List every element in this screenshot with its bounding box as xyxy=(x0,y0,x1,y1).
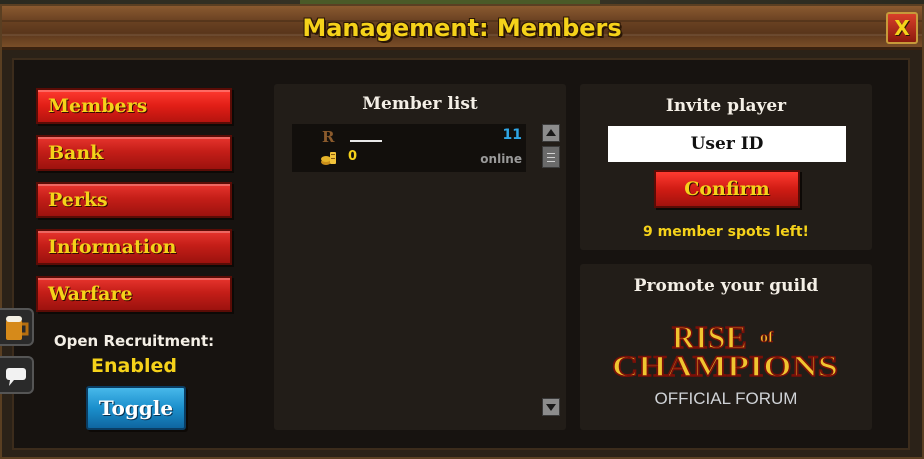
thumb-grip xyxy=(547,161,555,162)
toggle-recruitment-button[interactable]: Toggle xyxy=(86,386,186,430)
member-row[interactable]: R 0 11 online xyxy=(292,124,526,172)
beer-mug-icon xyxy=(6,316,29,340)
confirm-button[interactable]: Confirm xyxy=(654,170,800,208)
arrow-up-icon xyxy=(546,129,556,136)
scroll-thumb[interactable] xyxy=(542,146,560,168)
logo-champions-text: CHAMPIONS xyxy=(612,350,838,383)
nav-information-button[interactable]: Information xyxy=(36,229,232,265)
member-gold: 0 xyxy=(348,149,358,164)
chat-side-button[interactable] xyxy=(0,356,34,394)
management-window: Management: Members X Members Bank Perks… xyxy=(0,4,924,459)
member-level: 11 xyxy=(502,127,522,143)
thumb-grip xyxy=(547,157,555,158)
gold-coins-icon xyxy=(321,152,336,165)
promote-guild-heading: Promote your guild xyxy=(633,276,819,296)
window-title: Management: Members xyxy=(302,14,622,42)
chat-bubble-icon xyxy=(6,368,26,386)
scroll-down-button[interactable] xyxy=(542,398,560,416)
scroll-up-button[interactable] xyxy=(542,124,560,142)
promote-guild-panel: Promote your guild RISE of CHAMPIONS OFF… xyxy=(580,264,872,430)
member-list-heading: Member list xyxy=(362,94,478,114)
member-status: online xyxy=(480,152,522,166)
member-spots-left: 9 member spots left! xyxy=(643,224,809,240)
member-name xyxy=(350,140,382,142)
thumb-grip xyxy=(547,153,555,154)
nav-members-button[interactable]: Members xyxy=(36,88,232,124)
invite-player-heading: Invite player xyxy=(665,96,787,116)
logo-of-text: of xyxy=(760,329,774,346)
nav-bank-button[interactable]: Bank xyxy=(36,135,232,171)
close-button[interactable]: X xyxy=(886,12,918,44)
tavern-side-button[interactable] xyxy=(0,308,34,346)
rank-icon: R xyxy=(322,128,335,146)
rise-of-champions-forum-logo[interactable]: RISE of CHAMPIONS OFFICIAL FORUM xyxy=(610,318,842,414)
invite-player-panel: Invite player Confirm 9 member spots lef… xyxy=(580,84,872,250)
member-list-panel: Member list R 0 11 online xyxy=(274,84,566,430)
title-bar: Management: Members X xyxy=(2,6,922,50)
nav-warfare-button[interactable]: Warfare xyxy=(36,276,232,312)
recruitment-status: Enabled xyxy=(91,355,177,377)
arrow-down-icon xyxy=(546,404,556,411)
logo-official-forum-text: OFFICIAL FORUM xyxy=(655,389,798,408)
content-area: Members Bank Perks Information Warfare O… xyxy=(12,58,910,450)
nav-perks-button[interactable]: Perks xyxy=(36,182,232,218)
user-id-input[interactable] xyxy=(608,126,846,162)
member-list-scrollbar[interactable] xyxy=(542,124,560,418)
open-recruitment-label: Open Recruitment: xyxy=(53,332,215,350)
